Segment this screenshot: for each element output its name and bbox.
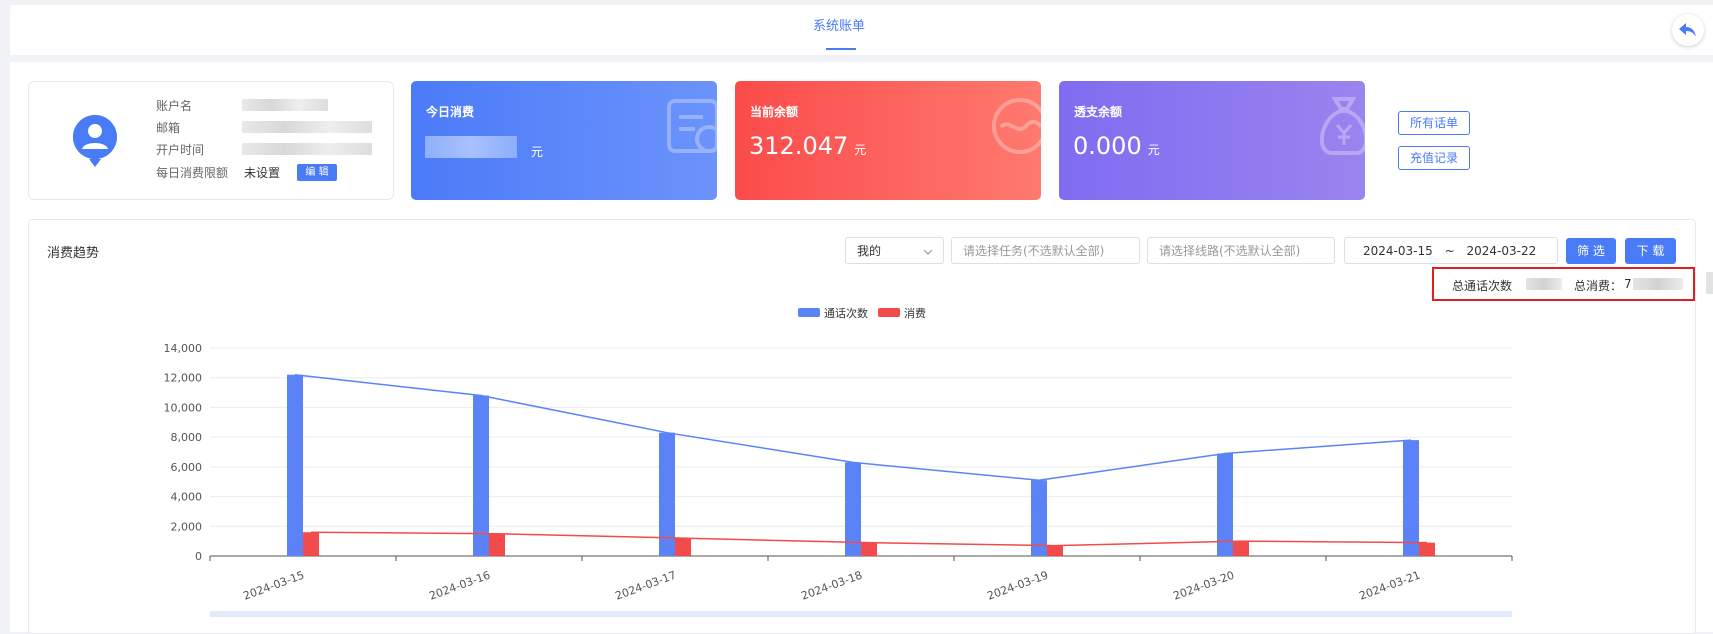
trend-title: 消费趋势 bbox=[47, 246, 100, 261]
task-select[interactable]: 请选择任务(不选默认全部) bbox=[951, 237, 1140, 264]
today-cost-unit: 元 bbox=[531, 145, 544, 159]
scope-select[interactable]: 我的 bbox=[845, 237, 944, 264]
overdraft-title: 透支余额 bbox=[1074, 105, 1123, 119]
download-button[interactable]: 下 载 bbox=[1625, 238, 1676, 264]
today-cost-title: 今日消费 bbox=[426, 105, 475, 119]
date-range-picker[interactable]: 2024-03-15 ~ 2024-03-22 bbox=[1344, 237, 1558, 264]
wallet-icon bbox=[992, 98, 1041, 154]
total-cost-prefix: 7 bbox=[1624, 277, 1632, 291]
overdraft-card: 透支余额 0.000 元 bbox=[1059, 81, 1365, 200]
total-calls-value bbox=[1526, 278, 1562, 290]
tab-active-indicator bbox=[826, 48, 856, 50]
balance-unit: 元 bbox=[854, 143, 867, 157]
account-name-label: 账户名 bbox=[156, 99, 193, 113]
tab-system-bill[interactable]: 系统账单 bbox=[813, 15, 865, 34]
chevron-down-icon bbox=[923, 249, 933, 255]
edit-limit-button[interactable]: 编 辑 bbox=[297, 164, 337, 181]
date-end: 2024-03-22 bbox=[1466, 244, 1537, 258]
overdraft-value: 0.000 bbox=[1073, 132, 1142, 160]
total-cost-value bbox=[1633, 278, 1683, 290]
open-time-value bbox=[242, 143, 372, 155]
email-label: 邮箱 bbox=[156, 121, 181, 135]
open-time-label: 开户时间 bbox=[156, 143, 205, 157]
scope-select-value: 我的 bbox=[857, 244, 882, 258]
overdraft-unit: 元 bbox=[1147, 143, 1160, 157]
user-avatar-icon bbox=[72, 115, 117, 167]
back-button[interactable] bbox=[1672, 14, 1704, 46]
balance-value: 312.047 bbox=[749, 132, 849, 160]
daily-limit-label: 每日消费限额 bbox=[156, 166, 229, 180]
recharge-records-button[interactable]: 充值记录 bbox=[1398, 146, 1470, 170]
balance-card: 当前余额 312.047 元 bbox=[735, 81, 1041, 200]
overdraft-value-line: 0.000 元 bbox=[1073, 132, 1160, 160]
today-cost-value bbox=[425, 136, 517, 158]
total-calls-label: 总通话次数 bbox=[1452, 279, 1513, 293]
scroll-hint bbox=[1706, 272, 1713, 294]
back-arrow-icon bbox=[1679, 23, 1696, 37]
all-calls-button[interactable]: 所有话单 bbox=[1398, 111, 1470, 135]
date-separator: ~ bbox=[1444, 244, 1455, 258]
balance-value-line: 312.047 元 bbox=[749, 132, 866, 160]
daily-limit-value: 未设置 bbox=[244, 166, 281, 180]
date-start: 2024-03-15 bbox=[1363, 244, 1433, 258]
today-cost-card: 今日消费 元 bbox=[411, 81, 717, 200]
email-value bbox=[242, 121, 372, 133]
bill-icon bbox=[667, 99, 717, 153]
total-cost-label: 总消费： bbox=[1574, 279, 1623, 293]
account-name-value bbox=[242, 99, 328, 111]
totals-box: 总通话次数 总消费： 7 bbox=[1432, 267, 1695, 301]
filter-button[interactable]: 筛 选 bbox=[1566, 238, 1616, 264]
account-card: 账户名 邮箱 开户时间 每日消费限额 未设置 编 辑 bbox=[28, 81, 394, 200]
line-select[interactable]: 请选择线路(不选默认全部) bbox=[1147, 237, 1335, 264]
money-bag-icon bbox=[1320, 97, 1365, 155]
balance-title: 当前余额 bbox=[750, 105, 799, 119]
